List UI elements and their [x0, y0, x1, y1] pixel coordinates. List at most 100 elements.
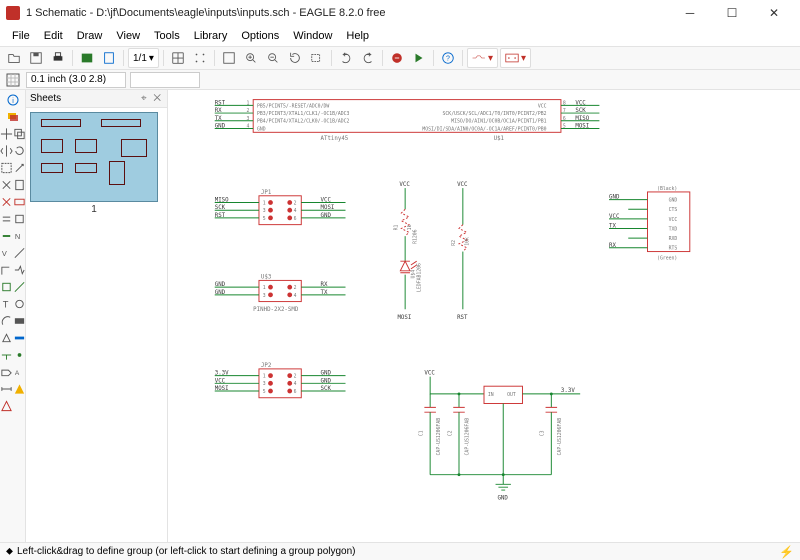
pin-func: RTS [669, 246, 678, 252]
board-icon[interactable] [77, 48, 97, 68]
erc-tool-icon[interactable] [13, 381, 26, 397]
print-icon[interactable] [48, 48, 68, 68]
maximize-button[interactable]: ☐ [712, 2, 752, 24]
paste-tool-icon[interactable] [13, 177, 26, 193]
help-icon[interactable]: ? [438, 48, 458, 68]
menu-edit[interactable]: Edit [38, 28, 69, 44]
net-label: MISO [215, 198, 229, 204]
erc-combo[interactable]: ▾ [500, 48, 531, 68]
status-text: Left-click&drag to define group (or left… [17, 546, 356, 557]
pin-num: 2 [294, 200, 297, 206]
net-class-combo[interactable]: ▾ [467, 48, 498, 68]
group-tool-icon[interactable] [0, 160, 13, 176]
pin-func: MOSI/DI/SDA/AIN0/OC0A/-OC1A/AREF/PCINT0/… [422, 126, 546, 132]
undo-icon[interactable] [336, 48, 356, 68]
open-icon[interactable] [4, 48, 24, 68]
replace-tool-icon[interactable] [0, 228, 13, 244]
save-icon[interactable] [26, 48, 46, 68]
pin-num: 3 [263, 381, 266, 387]
menu-window[interactable]: Window [287, 28, 338, 44]
layers-tool-icon[interactable] [2, 109, 24, 125]
pin-num: 4 [294, 381, 297, 387]
rotate-tool-icon[interactable] [13, 143, 26, 159]
zoom-combo[interactable]: 1/1 ▾ [128, 48, 159, 68]
menu-options[interactable]: Options [235, 28, 285, 44]
mirror-tool-icon[interactable] [0, 143, 13, 159]
menu-library[interactable]: Library [188, 28, 234, 44]
cut-tool-icon[interactable] [0, 177, 13, 193]
schematic-canvas[interactable]: ATtiny45 U$1 RST1PB5/PCINT5/-RESET/ADC0/… [168, 90, 800, 542]
sheets-close-icon[interactable]: ✕ [153, 93, 163, 104]
menu-file[interactable]: File [6, 28, 36, 44]
sheets-panel: Sheets ⌖ ✕ 1 [26, 90, 168, 542]
r1-ref: R1 [393, 225, 399, 231]
label-tool-icon[interactable] [0, 364, 13, 380]
redo-icon[interactable] [358, 48, 378, 68]
circle-tool-icon[interactable] [13, 296, 26, 312]
sheet-icon[interactable] [99, 48, 119, 68]
change-tool-icon[interactable] [13, 160, 26, 176]
gateswap-tool-icon[interactable] [13, 211, 26, 227]
c2-ref: C2 [447, 430, 453, 436]
go-icon[interactable] [409, 48, 429, 68]
arc-tool-icon[interactable] [0, 313, 13, 329]
smash-tool-icon[interactable] [13, 245, 26, 261]
add-tool-icon[interactable] [13, 194, 26, 210]
sheets-title: Sheets [30, 93, 61, 104]
name-tool-icon[interactable]: N [13, 228, 26, 244]
grid2-icon[interactable] [190, 48, 210, 68]
redraw-icon[interactable] [285, 48, 305, 68]
invoke-tool-icon[interactable] [0, 279, 13, 295]
zoom-out-icon[interactable] [263, 48, 283, 68]
polygon-tool-icon[interactable] [0, 330, 13, 346]
bus-tool-icon[interactable] [13, 330, 26, 346]
pin-num: 4 [246, 124, 249, 130]
move-tool-icon[interactable] [0, 126, 13, 142]
ftdi-black: (Black) [657, 186, 677, 192]
rect-tool-icon[interactable] [13, 313, 26, 329]
minimize-button[interactable]: ─ [670, 2, 710, 24]
attribute-tool-icon[interactable]: A [13, 364, 26, 380]
zoom-in-icon[interactable] [241, 48, 261, 68]
value-tool-icon[interactable]: V [0, 245, 13, 261]
net-label: RST [215, 213, 226, 219]
c1-name: CAP-US1206FAB [436, 418, 442, 456]
delete-tool-icon[interactable] [0, 194, 13, 210]
grid-toggle-icon[interactable] [4, 71, 22, 89]
net-label: 3.3V [561, 388, 575, 394]
command-input[interactable] [130, 72, 200, 88]
net-label: SCK [215, 205, 226, 211]
pin-num: 1 [246, 100, 249, 106]
pin-func: GND [669, 198, 678, 204]
pinswap-tool-icon[interactable] [0, 211, 13, 227]
pin-func: SCK/USCK/SCL/ADC1/T0/INT0/PCINT2/PB2 [443, 111, 547, 117]
copy-tool-icon[interactable] [13, 126, 26, 142]
menu-tools[interactable]: Tools [148, 28, 186, 44]
show-tool-icon[interactable] [13, 398, 26, 414]
sheets-pin-icon[interactable]: ⌖ [141, 93, 149, 104]
sheet-thumbnail[interactable]: 1 [30, 112, 158, 202]
wire-tool-icon[interactable] [13, 279, 26, 295]
split-tool-icon[interactable] [13, 262, 26, 278]
stop-icon[interactable] [387, 48, 407, 68]
menu-draw[interactable]: Draw [71, 28, 109, 44]
pin-num: 3 [263, 208, 266, 214]
menu-view[interactable]: View [110, 28, 146, 44]
text-tool-icon[interactable]: T [0, 296, 13, 312]
menu-help[interactable]: Help [340, 28, 375, 44]
miter-tool-icon[interactable] [0, 262, 13, 278]
zoom-fit-icon[interactable] [219, 48, 239, 68]
info-tool-icon[interactable]: i [2, 92, 24, 108]
reg-out: OUT [507, 392, 516, 398]
status-bar: ⬥ Left-click&drag to define group (or le… [0, 542, 800, 560]
errors-tool-icon[interactable] [0, 398, 13, 414]
zoom-window-icon[interactable] [307, 48, 327, 68]
net-label: SCK [321, 386, 332, 392]
grid1-icon[interactable] [168, 48, 188, 68]
net-tool-icon[interactable] [0, 347, 13, 363]
junction-tool-icon[interactable] [13, 347, 26, 363]
dimension-tool-icon[interactable] [0, 381, 13, 397]
pin-num: 5 [263, 216, 266, 222]
close-button[interactable]: ✕ [754, 2, 794, 24]
pin-func: TXD [669, 226, 678, 232]
